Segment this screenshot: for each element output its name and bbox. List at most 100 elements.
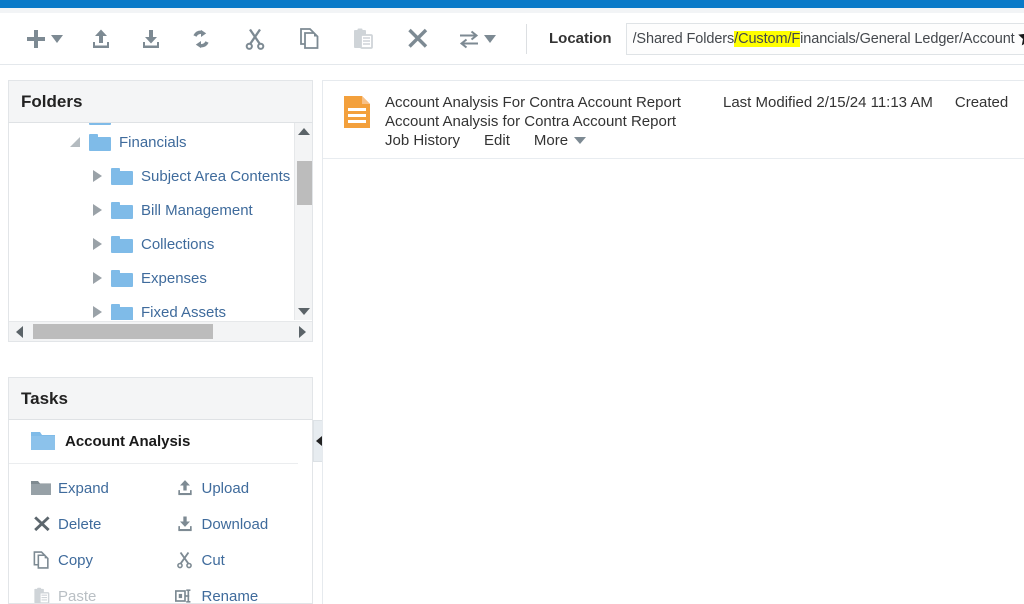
location-path-suffix: inancials/General Ledger/Account bbox=[800, 30, 1015, 47]
download-button[interactable] bbox=[133, 22, 169, 56]
created-meta: Created bbox=[954, 94, 1009, 111]
paste-icon bbox=[351, 27, 375, 51]
tree-item-fixed-assets[interactable]: Fixed Assets bbox=[9, 295, 295, 320]
folder-icon bbox=[89, 133, 111, 151]
last-modified-value: 2/15/24 11:13 AM bbox=[816, 94, 933, 111]
expand-triangle-icon[interactable] bbox=[89, 306, 105, 318]
task-label: Cut bbox=[201, 551, 225, 569]
location-path-prefix: /Shared Folders bbox=[632, 30, 735, 47]
copy-icon bbox=[31, 550, 51, 570]
tree-item-label[interactable]: Expenses bbox=[141, 270, 207, 287]
task-current-label: Account Analysis bbox=[65, 433, 191, 450]
expand-triangle-icon[interactable] bbox=[89, 170, 105, 182]
task-label: Paste bbox=[58, 587, 97, 604]
catalog-item-description: Account Analysis for Contra Account Repo… bbox=[385, 113, 676, 130]
toolbar-button-group bbox=[0, 22, 549, 56]
horizontal-scroll-thumb[interactable] bbox=[33, 323, 213, 339]
delete-button[interactable] bbox=[399, 22, 435, 56]
task-label: Delete bbox=[58, 515, 102, 533]
location-path-text: /Shared Folders/Custom/Financials/Genera… bbox=[632, 30, 1015, 47]
task-copy-button[interactable]: Copy bbox=[9, 542, 161, 578]
paste-icon bbox=[31, 586, 51, 603]
job-history-link[interactable]: Job History bbox=[385, 132, 460, 149]
top-accent-bar bbox=[0, 0, 1024, 8]
folder-icon bbox=[31, 478, 51, 498]
tree-item-subject-area-contents[interactable]: Subject Area Contents bbox=[9, 159, 295, 193]
folder-tree: Financials Subject Area Contents Bill Ma… bbox=[8, 123, 313, 342]
paste-button[interactable] bbox=[345, 22, 381, 56]
folder-icon bbox=[111, 303, 133, 320]
tree-item-label[interactable]: Collections bbox=[141, 236, 214, 253]
location-bar: Location /Shared Folders/Custom/Financia… bbox=[549, 22, 1024, 55]
copy-icon bbox=[297, 27, 321, 51]
expand-triangle-icon[interactable] bbox=[89, 238, 105, 250]
catalog-item-list: Account Analysis For Contra Account Repo… bbox=[322, 80, 1024, 604]
download-icon bbox=[175, 514, 195, 534]
refresh-icon bbox=[189, 27, 213, 51]
task-delete-button[interactable]: Delete bbox=[9, 506, 161, 542]
close-x-icon bbox=[31, 514, 51, 534]
folders-panel: Folders Financials Subject Area Contents bbox=[8, 80, 313, 342]
catalog-item-row[interactable]: Account Analysis For Contra Account Repo… bbox=[323, 81, 1024, 159]
tasks-panel-header: Tasks bbox=[8, 377, 313, 420]
chevron-down-icon bbox=[574, 137, 587, 144]
scroll-left-button[interactable] bbox=[9, 325, 29, 338]
task-paste-button[interactable]: Paste bbox=[9, 578, 161, 604]
catalog-item-metadata: Last Modified 2/15/24 11:13 AM Created bbox=[723, 94, 1024, 111]
report-document-icon bbox=[343, 95, 371, 129]
upload-button[interactable] bbox=[83, 22, 119, 56]
folder-tree-viewport: Financials Subject Area Contents Bill Ma… bbox=[9, 123, 295, 320]
folder-icon bbox=[31, 431, 55, 453]
tree-item-bill-management[interactable]: Bill Management bbox=[9, 193, 295, 227]
folders-panel-header: Folders bbox=[8, 80, 313, 123]
tree-vertical-scrollbar[interactable] bbox=[294, 123, 312, 320]
expand-triangle-icon[interactable] bbox=[89, 204, 105, 216]
expand-triangle-icon[interactable] bbox=[89, 272, 105, 284]
edit-link[interactable]: Edit bbox=[484, 132, 510, 149]
task-download-button[interactable]: Download bbox=[161, 506, 313, 542]
tasks-panel-title: Tasks bbox=[21, 388, 68, 408]
tree-item-collections[interactable]: Collections bbox=[9, 227, 295, 261]
folder-icon bbox=[89, 123, 111, 125]
horizontal-scroll-track[interactable] bbox=[29, 322, 292, 342]
scroll-down-button[interactable] bbox=[295, 303, 312, 320]
collapse-triangle-icon[interactable] bbox=[67, 137, 83, 147]
star-filled-icon[interactable] bbox=[1017, 27, 1024, 50]
folders-panel-title: Folders bbox=[21, 91, 83, 111]
tree-item-label[interactable]: Fixed Assets bbox=[141, 304, 226, 321]
tasks-panel: Tasks Account Analysis Expand Upload Del… bbox=[8, 377, 313, 604]
cut-button[interactable] bbox=[237, 22, 273, 56]
scroll-right-button[interactable] bbox=[292, 325, 312, 338]
tree-item-label[interactable]: Bill Management bbox=[141, 202, 253, 219]
refresh-button[interactable] bbox=[183, 22, 219, 56]
task-expand-button[interactable]: Expand bbox=[9, 470, 161, 506]
tasks-panel-body: Account Analysis Expand Upload Delete Do… bbox=[8, 420, 313, 604]
tree-item-label[interactable]: Financials bbox=[119, 134, 187, 151]
task-label: Copy bbox=[58, 551, 94, 569]
task-cut-button[interactable]: Cut bbox=[161, 542, 313, 578]
tree-item-expenses[interactable]: Expenses bbox=[9, 261, 295, 295]
vertical-scroll-thumb[interactable] bbox=[297, 161, 312, 205]
task-rename-button[interactable]: Rename bbox=[161, 578, 313, 603]
scroll-up-button[interactable] bbox=[295, 123, 312, 140]
tree-horizontal-scrollbar[interactable] bbox=[9, 321, 312, 341]
move-button[interactable] bbox=[451, 22, 502, 56]
location-path-highlight: /Custom/F bbox=[734, 30, 801, 47]
upload-icon bbox=[89, 27, 113, 51]
task-upload-button[interactable]: Upload bbox=[161, 470, 313, 506]
task-label: Upload bbox=[201, 479, 250, 497]
new-button[interactable] bbox=[18, 22, 69, 56]
left-sidebar: Folders Financials Subject Area Contents bbox=[8, 80, 325, 604]
folder-icon bbox=[111, 201, 133, 219]
download-icon bbox=[139, 27, 163, 51]
more-menu-button[interactable]: More bbox=[534, 132, 587, 149]
task-action-grid: Expand Upload Delete Download Copy Cut P… bbox=[9, 464, 313, 604]
copy-button[interactable] bbox=[291, 22, 327, 56]
folder-icon bbox=[111, 167, 133, 185]
tree-item-financials[interactable]: Financials bbox=[9, 125, 295, 159]
tree-item-label[interactable]: Subject Area Contents bbox=[141, 168, 290, 185]
location-input[interactable]: /Shared Folders/Custom/Financials/Genera… bbox=[625, 22, 1024, 55]
swap-arrows-icon bbox=[457, 28, 481, 50]
close-x-icon bbox=[405, 27, 429, 51]
folder-icon bbox=[111, 269, 133, 287]
